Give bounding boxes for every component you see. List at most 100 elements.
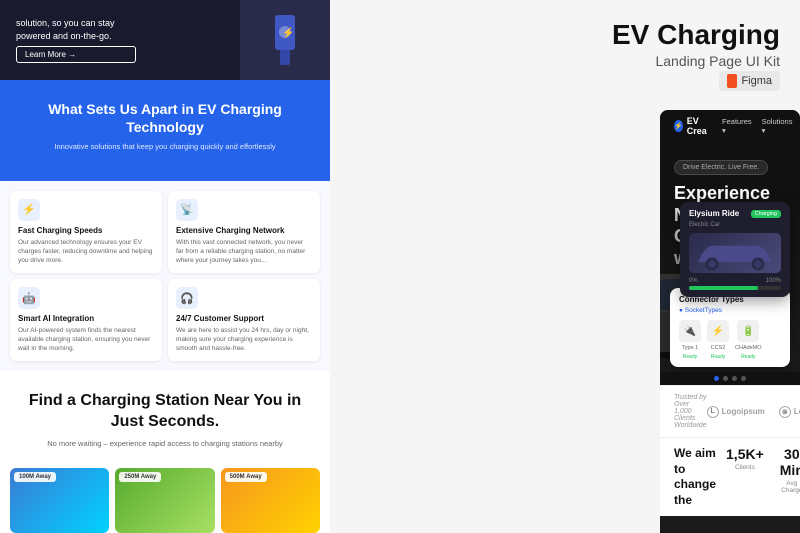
logo-item-2: ⊗ Logoipsum (779, 406, 800, 418)
elysium-card: Elysium Ride Charging Electric Car 0% 1 (680, 202, 790, 297)
dot-3[interactable] (732, 376, 737, 381)
logo-text-2: Logoipsum (794, 407, 800, 416)
connector-label-2: CCS2 (711, 345, 726, 351)
mock-logo: ⚡ EV Crea (674, 116, 710, 136)
ai-icon: 🤖 (18, 287, 40, 309)
dot-indicators (660, 372, 800, 385)
dot-1[interactable] (714, 376, 719, 381)
station-distance-2: 250M Away (119, 472, 161, 482)
feature-card-support: 🎧 24/7 Customer Support We are here to a… (168, 279, 320, 361)
elysium-car-image (689, 233, 781, 273)
stats-section: We aim to change the 1,5K+ Clients 30 Mi… (660, 437, 800, 516)
trusted-text: Trusted by Over 1,000 Clients Worldwide (674, 394, 707, 429)
station-card-2[interactable]: 250M Away (115, 468, 214, 533)
hero-badge: Drive Electric. Live Free. (674, 160, 768, 175)
stat-clients: 1,5K+ Clients (726, 446, 764, 494)
right-panel: EV Charging Landing Page UI Kit Figma ⚡ … (330, 0, 800, 533)
logo-text-1: Logoipsum (722, 407, 765, 416)
mock-hero: Drive Electric. Live Free. Experience Ne… (660, 142, 800, 372)
elysium-name: Elysium Ride (689, 209, 739, 218)
connector-item-1: 🔌 Type 1 Ready (679, 320, 701, 360)
connector-label-3: CHAdeMO (735, 345, 762, 351)
connector-status-2: Ready (711, 354, 725, 360)
feature-title: Extensive Charging Network (176, 226, 312, 235)
trusted-section: Trusted by Over 1,000 Clients Worldwide … (660, 385, 800, 437)
feature-description: Our advanced technology ensures your EV … (18, 238, 154, 265)
connector-item-2: ⚡ CCS2 Ready (707, 320, 729, 360)
page-title: EV Charging (612, 20, 780, 51)
blue-section: What Sets Us Apart in EV Charging Techno… (0, 80, 330, 181)
learn-more-button[interactable]: Learn More → (16, 46, 136, 63)
logo-icon-2: ⊗ (779, 406, 791, 418)
connector-icon-2: ⚡ (707, 320, 729, 342)
figma-icon (727, 74, 737, 88)
mock-nav: ⚡ EV Crea Features ▾ Solutions ▾ How It … (660, 110, 800, 142)
connector-label-1: Type 1 (682, 345, 699, 351)
feature-card-ai: 🤖 Smart AI Integration Our AI-powered sy… (10, 279, 162, 361)
mock-nav-items: Features ▾ Solutions ▾ How It Works Revi… (722, 113, 800, 140)
nav-solutions[interactable]: Solutions ▾ (762, 113, 793, 140)
title-area: EV Charging Landing Page UI Kit Figma (612, 20, 780, 93)
connector-card-subtitle: ● SocketTypes (679, 307, 781, 314)
nav-features[interactable]: Features ▾ (722, 113, 752, 140)
station-distance-3: 500M Away (225, 472, 267, 482)
feature-description: We are here to assist you 24 hrs, day or… (176, 326, 312, 353)
feature-card-network: 📡 Extensive Charging Network With this v… (168, 191, 320, 273)
stat-clients-number: 1,5K+ (726, 446, 764, 462)
mock-logo-text: EV Crea (687, 116, 710, 136)
connector-status-1: Ready (683, 354, 697, 360)
feature-title: Smart AI Integration (18, 314, 154, 323)
top-dark-text: solution, so you can stay powered and on… (16, 17, 136, 42)
logo-item-1: L Logoipsum (707, 406, 765, 418)
dot-2[interactable] (723, 376, 728, 381)
feature-description: With this vast connected network, you ne… (176, 238, 312, 265)
elysium-subtitle: Electric Car (689, 222, 781, 228)
feature-title: 24/7 Customer Support (176, 314, 312, 323)
station-cards-row: 100M Away 250M Away 500M Away (0, 468, 330, 533)
stat-charge-time: 30 Min Avg Charge (780, 446, 800, 494)
top-image: ⚡ (240, 0, 330, 80)
stat-charge-label: Avg Charge (780, 480, 800, 494)
find-section-title: Find a Charging Station Near You in Just… (16, 391, 314, 433)
progress-label-right: 100% (766, 278, 781, 284)
connector-card: Connector Types ● SocketTypes 🔌 Type 1 R… (670, 288, 790, 367)
station-distance-1: 100M Away (14, 472, 56, 482)
stat-charge-number: 30 Min (780, 446, 800, 478)
ev-crea-logo-icon: ⚡ (674, 120, 683, 132)
blue-section-subtitle: Innovative solutions that keep you charg… (16, 142, 314, 153)
mockup-container: ⚡ EV Crea Features ▾ Solutions ▾ How It … (660, 110, 800, 533)
logo-icon-1: L (707, 406, 719, 418)
stats-headline: We aim to change the (674, 446, 716, 508)
station-card-3[interactable]: 500M Away (221, 468, 320, 533)
elysium-progress-labels: 0% 100% (689, 278, 781, 284)
progress-label-left: 0% (689, 278, 698, 284)
left-top-dark: solution, so you can stay powered and on… (0, 0, 330, 80)
connector-icon-1: 🔌 (679, 320, 701, 342)
page-subtitle: Landing Page UI Kit (612, 53, 780, 69)
svg-text:⚡: ⚡ (282, 26, 294, 39)
logo-items: L Logoipsum ⊗ Logoipsum ✳ Logoipsum ◈ Lo… (707, 406, 800, 418)
stats-numbers: 1,5K+ Clients 30 Min Avg Charge 24/7 Sup… (726, 446, 800, 494)
feature-card-fast: ⚡ Fast Charging Speeds Our advanced tech… (10, 191, 162, 273)
find-section: Find a Charging Station Near You in Just… (0, 371, 330, 468)
connector-types: 🔌 Type 1 Ready ⚡ CCS2 Ready 🔋 CHAdeMO Re… (679, 320, 781, 360)
elysium-status-badge: Charging (751, 210, 781, 218)
connector-status-3: Ready (741, 354, 755, 360)
dot-4[interactable] (741, 376, 746, 381)
feature-description: Our AI-powered system finds the nearest … (18, 326, 154, 353)
left-panel: solution, so you can stay powered and on… (0, 0, 330, 533)
figma-badge: Figma (719, 71, 780, 91)
find-section-subtitle: No more waiting – experience rapid acces… (16, 439, 314, 448)
progress-bar-fill (689, 286, 758, 290)
support-icon: 🎧 (176, 287, 198, 309)
connector-item-3: 🔋 CHAdeMO Ready (735, 320, 762, 360)
features-grid: ⚡ Fast Charging Speeds Our advanced tech… (0, 181, 330, 372)
feature-title: Fast Charging Speeds (18, 226, 154, 235)
network-icon: 📡 (176, 199, 198, 221)
stat-clients-label: Clients (726, 464, 764, 471)
figma-label: Figma (741, 75, 772, 87)
elysium-header: Elysium Ride Charging (689, 209, 781, 218)
station-card-1[interactable]: 100M Away (10, 468, 109, 533)
lightning-icon: ⚡ (18, 199, 40, 221)
connector-icon-3: 🔋 (737, 320, 759, 342)
